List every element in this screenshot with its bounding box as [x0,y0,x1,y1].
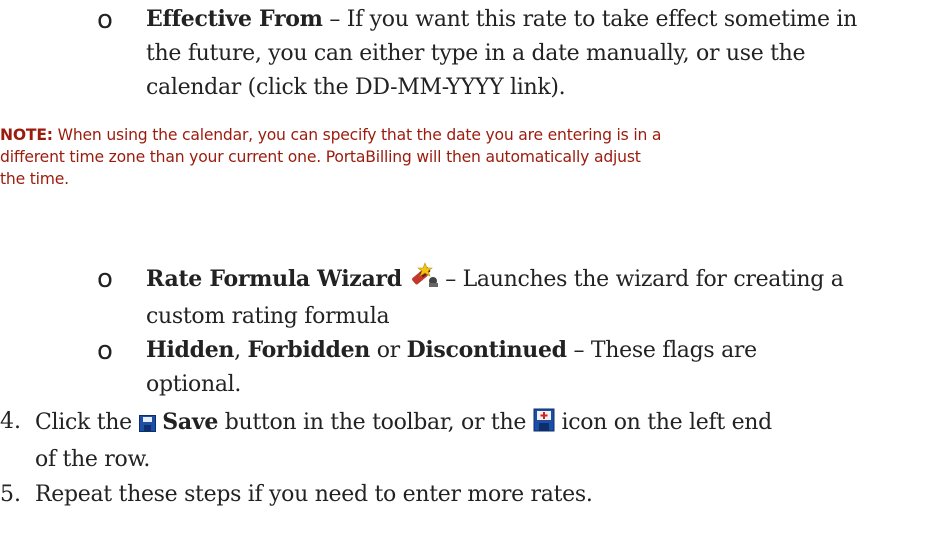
rate-formula-wizard-text: Rate Formula Wizard – Launches the wizar… [146,261,916,334]
note-line-3: the time. [0,170,69,188]
save-row-icon [533,408,555,443]
rate-formula-wizard-line-2: custom rating formula [146,304,390,329]
step-4-middle: button in the toolbar, or the [224,410,527,435]
step-number: 4. [0,409,21,434]
effective-from-line-1: – If you want this rate to take effect s… [329,7,857,32]
calendar-note: NOTE: When using the calendar, you can s… [0,124,932,190]
step-4-text: Click the Save button in the toolbar, or… [35,405,925,477]
flags-line-1: – These flags are [573,338,757,363]
document-page: o Effective From – If you want this rate… [0,0,932,533]
rate-formula-wizard-line-1: – Launches the wizard for creating a [445,267,844,292]
effective-from-line-2: the future, you can either type in a dat… [146,41,806,66]
save-icon [138,409,156,443]
note-line-2: different time zone than your current on… [0,148,641,166]
flags-separator-comma: , [234,338,241,363]
save-button-label: Save [162,409,219,435]
flags-text: Hidden, Forbidden or Discontinued – Thes… [146,333,916,402]
effective-from-title: Effective From [146,6,323,32]
bullet-marker: o [97,336,113,366]
step-number: 5. [0,482,21,507]
effective-from-line-3: calendar (click the DD-MM-YYYY link). [146,75,566,100]
bullet-marker: o [97,264,113,294]
forbidden-flag-label: Forbidden [247,337,371,363]
step-4-prefix: Click the [35,410,132,435]
bullet-marker: o [97,5,113,35]
rate-formula-wizard-title: Rate Formula Wizard [146,266,402,292]
step-5-text: Repeat these steps if you need to enter … [35,482,593,507]
discontinued-flag-label: Discontinued [406,337,567,363]
effective-from-text: Effective From – If you want this rate t… [146,2,916,105]
flags-separator-or: or [376,338,400,363]
step-4-line-2: of the row. [35,447,151,472]
note-label: NOTE: [0,126,53,144]
rate-formula-wizard-icon[interactable] [409,261,439,300]
flags-line-2: optional. [146,372,242,397]
hidden-flag-label: Hidden [146,337,235,363]
note-line-1: When using the calendar, you can specify… [57,126,662,144]
step-4-suffix: icon on the left end [561,410,772,435]
